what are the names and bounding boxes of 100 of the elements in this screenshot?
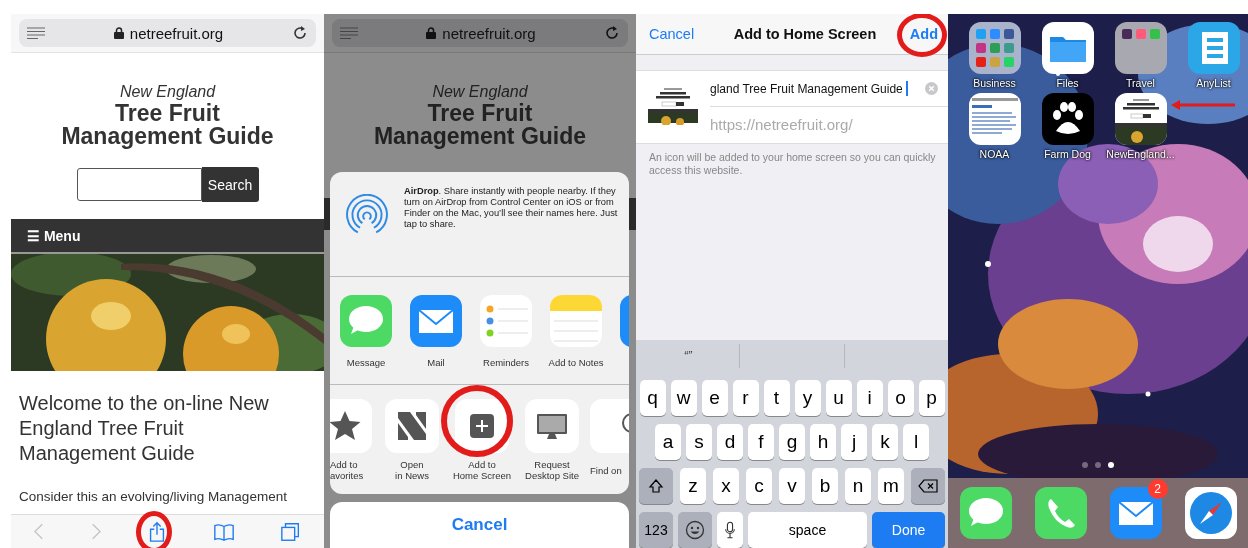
files-icon[interactable] xyxy=(1041,22,1094,74)
webpage-icon[interactable] xyxy=(968,93,1021,145)
shift-icon xyxy=(648,478,664,494)
site-title: Management Guide xyxy=(373,125,587,148)
key[interactable]: t xyxy=(763,380,790,416)
app-label: NOAA xyxy=(979,148,1010,160)
key[interactable]: b xyxy=(812,468,838,504)
reload-icon[interactable] xyxy=(292,25,308,41)
back-icon xyxy=(33,523,45,540)
app-label: Reminders xyxy=(483,357,529,368)
page-dot[interactable] xyxy=(1082,462,1088,468)
lock-icon xyxy=(426,27,437,39)
address-bar[interactable]: netreefruit.org xyxy=(19,19,316,47)
list-app-icon[interactable] xyxy=(1187,22,1240,74)
done-key[interactable]: Done xyxy=(872,512,945,548)
key[interactable]: g xyxy=(779,424,805,460)
reload-icon xyxy=(604,25,620,41)
suggestion[interactable]: “” xyxy=(683,349,692,363)
app-label: Message xyxy=(346,357,386,368)
key[interactable]: i xyxy=(856,380,883,416)
app-label: Farm Dog xyxy=(1044,148,1091,160)
dictation-key[interactable] xyxy=(717,512,743,548)
search-field[interactable] xyxy=(76,168,202,201)
webpage-icon[interactable] xyxy=(1114,93,1167,145)
numbers-key[interactable]: 123 xyxy=(639,512,673,548)
key[interactable]: n xyxy=(845,468,871,504)
action-label: Add to avorites xyxy=(330,459,364,481)
space-key[interactable]: space xyxy=(748,512,867,548)
lock-icon xyxy=(113,27,124,39)
tabs-icon xyxy=(279,520,302,543)
action-label: Request Desktop Site xyxy=(525,459,579,481)
app-label: Files xyxy=(1056,77,1079,89)
key[interactable]: l xyxy=(903,424,929,460)
menu-button[interactable]: ☰ Menu xyxy=(27,227,81,244)
action-label: Open in News xyxy=(395,459,429,481)
key[interactable]: j xyxy=(841,424,867,460)
key[interactable]: y xyxy=(794,380,821,416)
folder-icon[interactable] xyxy=(968,22,1021,74)
app-label: NewEngland... xyxy=(1106,148,1175,160)
site-title: Tree Fruit xyxy=(115,102,220,125)
key[interactable]: u xyxy=(825,380,852,416)
app-label: Add to Notes xyxy=(548,357,604,368)
key[interactable]: c xyxy=(746,468,772,504)
forward-icon xyxy=(89,523,101,540)
emoji-key[interactable] xyxy=(678,512,712,548)
action-label: Add to Home Screen xyxy=(452,459,512,481)
url-text: https://netreefruit.org/ xyxy=(710,115,854,135)
shift-key[interactable] xyxy=(639,468,673,504)
app-label: Mail xyxy=(427,357,445,368)
page-dot[interactable] xyxy=(1095,462,1101,468)
page-dot[interactable] xyxy=(1108,462,1114,468)
url-text: netreefruit.org xyxy=(129,24,224,42)
key[interactable]: e xyxy=(701,380,728,416)
news-icon[interactable] xyxy=(385,399,439,453)
paw-icon[interactable] xyxy=(1041,93,1094,145)
messages-icon[interactable] xyxy=(959,487,1012,539)
notification-badge: 2 xyxy=(1147,479,1168,499)
key[interactable]: q xyxy=(639,380,666,416)
site-title: Management Guide xyxy=(61,125,274,148)
page-heading: Welcome to the on-line New England Tree Fruit Management Guide xyxy=(19,391,270,466)
microphone-icon xyxy=(724,521,736,539)
mail-icon[interactable] xyxy=(410,295,462,347)
key[interactable]: h xyxy=(810,424,836,460)
backspace-icon xyxy=(918,479,938,493)
phone-icon[interactable] xyxy=(1034,487,1087,539)
action-label: Find on xyxy=(590,465,622,476)
cancel-button[interactable]: Cancel xyxy=(330,502,629,548)
reader-icon[interactable] xyxy=(27,27,45,39)
reader-icon xyxy=(340,27,358,39)
key[interactable]: w xyxy=(670,380,697,416)
key[interactable]: z xyxy=(680,468,706,504)
key[interactable]: v xyxy=(779,468,805,504)
key[interactable]: d xyxy=(717,424,743,460)
key[interactable]: s xyxy=(686,424,712,460)
url-text: netreefruit.org xyxy=(442,24,536,42)
key[interactable]: a xyxy=(655,424,681,460)
key[interactable]: m xyxy=(878,468,904,504)
key[interactable]: r xyxy=(732,380,759,416)
delete-key[interactable] xyxy=(911,468,945,504)
smiley-icon xyxy=(685,520,705,540)
app-label: AnyList xyxy=(1196,77,1231,89)
site-title: Tree Fruit xyxy=(427,102,533,125)
star-icon[interactable] xyxy=(330,399,372,453)
folder-icon[interactable] xyxy=(1114,22,1167,74)
compass-icon[interactable] xyxy=(1184,487,1237,539)
app-label: Business xyxy=(973,77,1016,89)
help-text: An icon will be added to your home screen so you can quickly access this website. xyxy=(648,150,937,177)
key[interactable]: o xyxy=(887,380,914,416)
key[interactable]: k xyxy=(872,424,898,460)
name-field[interactable]: gland Tree Fruit Management Guide xyxy=(710,71,948,107)
intro-text: Consider this an evolving/living Management xyxy=(19,489,288,504)
key[interactable]: x xyxy=(713,468,739,504)
cancel-button[interactable]: Cancel xyxy=(649,26,695,42)
monitor-icon[interactable] xyxy=(525,399,579,453)
key[interactable]: f xyxy=(748,424,774,460)
website-thumbnail xyxy=(648,85,698,125)
airdrop-description: AirDrop. Share instantly with people nearby. If they turn on AirDrop from Control Center on iOS or from Finder on the Mac, you’ll see their names here. Just tap to share. xyxy=(404,186,619,230)
add-button[interactable]: Add xyxy=(909,26,938,42)
search-button[interactable]: Search xyxy=(201,167,259,202)
key[interactable]: p xyxy=(918,380,945,416)
